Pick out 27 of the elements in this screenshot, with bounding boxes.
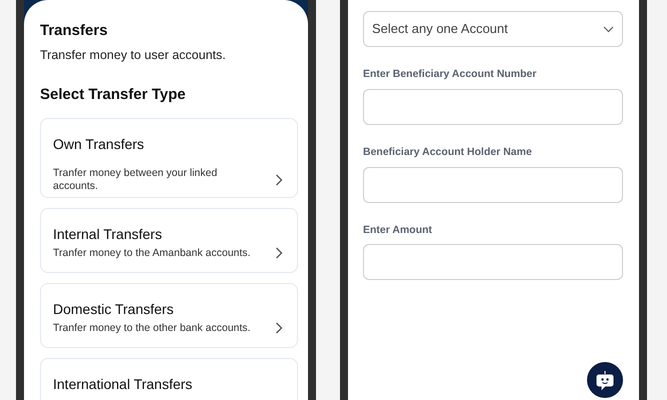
option-description: Tranfer money between your linked accounts. xyxy=(53,166,218,193)
section-title: Select Transfer Type xyxy=(40,85,186,106)
transfer-option-card[interactable]: Internal Transfers Tranfer money to the Amanbank accounts. xyxy=(40,208,298,273)
field-label: Beneficiary Account Holder Name xyxy=(363,144,532,160)
option-title: International Transfers xyxy=(53,374,192,394)
option-title: Domestic Transfers xyxy=(53,300,174,319)
input-field[interactable] xyxy=(363,166,623,202)
input-field[interactable] xyxy=(363,244,623,280)
option-description: Tranfer money to the other bank accounts. xyxy=(53,322,250,335)
chevron-right-icon xyxy=(275,322,283,334)
option-title: Own Transfers xyxy=(53,134,144,154)
page-subtitle: Transfer money to user accounts. xyxy=(40,46,226,64)
chatbot-button[interactable] xyxy=(587,362,623,398)
chevron-right-icon xyxy=(275,174,283,186)
robot-icon xyxy=(595,370,615,390)
field-label: Enter Amount xyxy=(363,222,432,238)
chevron-right-icon xyxy=(275,247,283,260)
account-dropdown[interactable]: Select any one Account xyxy=(363,11,623,47)
transfer-option-card[interactable]: Own Transfers Tranfer money between your linked accounts. xyxy=(40,118,298,198)
option-description: Tranfer money to the Amanbank accounts. xyxy=(53,246,250,260)
transfer-option-card[interactable]: Domestic Transfers Tranfer money to the other bank accounts. xyxy=(40,282,298,348)
input-field[interactable] xyxy=(363,88,623,125)
field-label: Enter Beneficiary Account Number xyxy=(363,67,536,82)
transfer-option-card[interactable]: International Transfers xyxy=(40,358,298,400)
page-title: Transfers xyxy=(40,21,108,41)
chevron-down-icon xyxy=(603,26,614,32)
option-title: Internal Transfers xyxy=(53,224,162,244)
